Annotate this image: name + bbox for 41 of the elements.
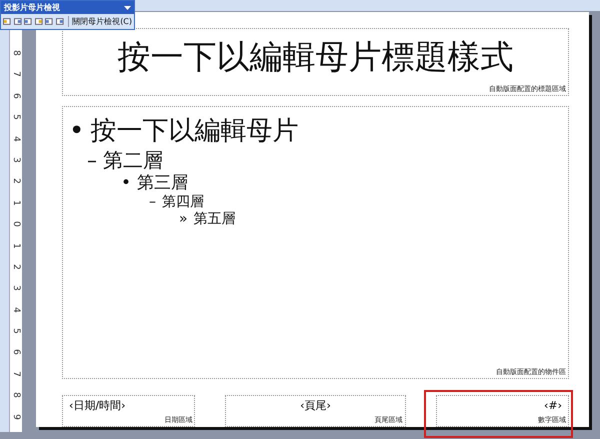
toolbar-slide-icon[interactable]	[24, 17, 33, 26]
toolbar-slide-icon[interactable]	[34, 17, 44, 26]
ruler-number: 9	[10, 414, 22, 420]
ruler-number: 7	[10, 72, 22, 78]
bullet-marker: –	[87, 148, 97, 172]
toolbar-slide-icon[interactable]	[45, 17, 54, 26]
close-master-view-button[interactable]: 關閉母片檢視(C)	[68, 16, 132, 27]
placeholder-text: ‹頁尾›	[300, 399, 331, 412]
toolbar-slide-icon[interactable]	[56, 17, 64, 26]
outline-text: 第五層	[194, 211, 236, 229]
ruler-number: 3	[10, 157, 22, 163]
ruler-number: 6	[10, 350, 22, 356]
ruler-number: 4	[10, 136, 22, 142]
ruler-number: 2	[10, 178, 22, 184]
bullet-marker: »	[179, 211, 188, 229]
toolbar-title: 投影片母片檢視	[4, 2, 60, 13]
bullet-marker: •	[121, 172, 132, 194]
ruler-number: 8	[10, 392, 22, 398]
outline-text: 按一下以編輯母片	[90, 115, 298, 148]
ruler-number: 6	[10, 92, 22, 99]
ruler-number: 1	[10, 242, 22, 248]
ruler-number: 7	[10, 371, 22, 377]
ruler-number: 5	[10, 114, 22, 120]
ruler-number: 4	[10, 306, 22, 313]
ruler-number: 1	[10, 200, 22, 206]
ruler-number: 8	[10, 50, 22, 56]
toolbar-slide-icon[interactable]	[14, 17, 22, 26]
bullet-marker: •	[69, 115, 84, 148]
outline-text: 第四層	[162, 194, 204, 212]
bullet-marker: –	[149, 194, 156, 212]
slide-title: 按一下以編輯母片標題樣式	[118, 36, 514, 78]
ruler-number: 5	[10, 328, 22, 334]
ruler-number: 3	[10, 285, 22, 292]
placeholder-text: ‹日期/時間›	[69, 399, 126, 412]
outline-text: 第二層	[103, 148, 163, 172]
placeholder-text: ‹#›	[544, 399, 562, 412]
dropdown-icon[interactable]	[124, 6, 131, 10]
ruler-number: 2	[10, 264, 22, 270]
outline-text: 第三層	[137, 172, 188, 194]
ruler-number: 0	[10, 221, 22, 227]
toolbar-slide-icon[interactable]	[3, 17, 12, 26]
